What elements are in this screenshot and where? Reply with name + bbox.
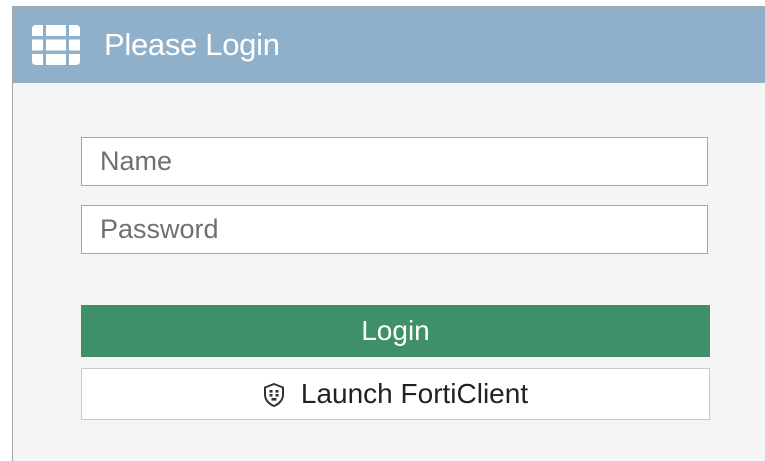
fortinet-grid-icon (32, 23, 80, 67)
forticlient-shield-icon (263, 383, 285, 407)
name-input[interactable] (81, 137, 708, 186)
panel-header: Please Login (13, 7, 765, 83)
password-input[interactable] (81, 205, 708, 254)
login-button-label: Login (361, 315, 430, 346)
login-button[interactable]: Login (81, 305, 710, 357)
login-panel: Please Login Login Launch FortiClient (12, 6, 765, 461)
launch-forticlient-label: Launch FortiClient (300, 378, 529, 409)
page-title: Please Login (104, 27, 280, 62)
launch-forticlient-button[interactable]: Launch FortiClient (81, 368, 710, 420)
